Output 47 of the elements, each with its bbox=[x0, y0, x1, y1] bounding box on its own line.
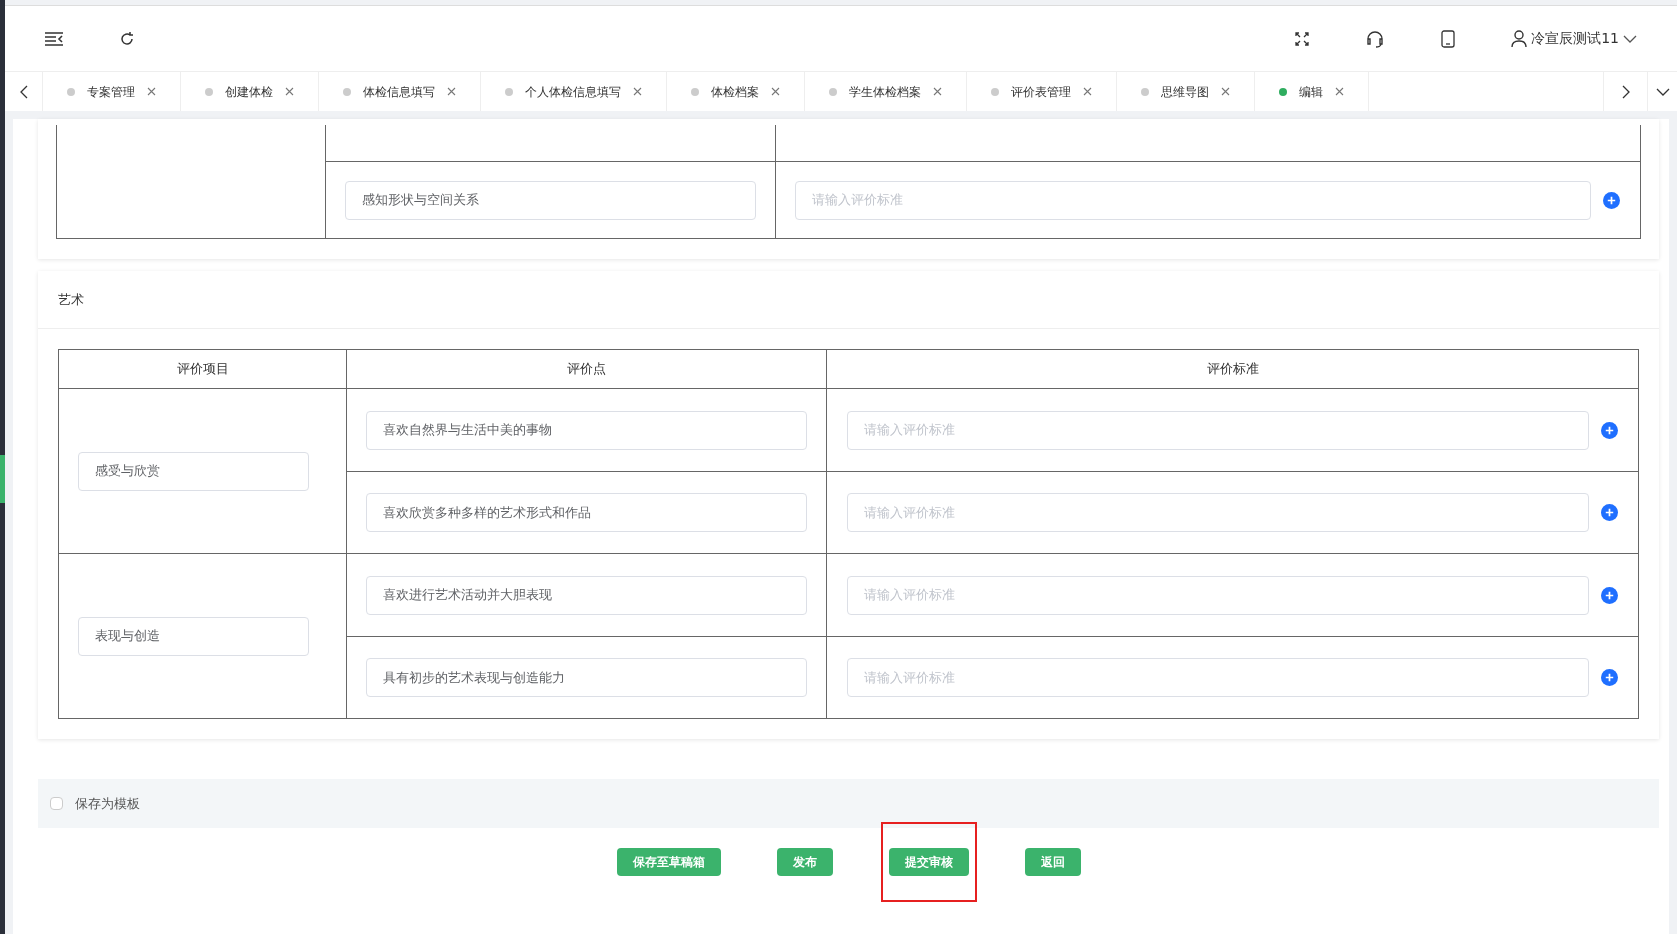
add-icon[interactable] bbox=[1603, 191, 1620, 209]
checkbox-label: 保存为模板 bbox=[75, 794, 140, 813]
checkbox[interactable] bbox=[50, 797, 63, 810]
text-field[interactable]: 表现与创造 bbox=[78, 616, 309, 656]
refresh-icon[interactable] bbox=[119, 30, 135, 47]
tab[interactable]: 体检档案 bbox=[667, 72, 805, 111]
chevron-down-icon bbox=[1655, 87, 1670, 96]
tab[interactable]: 学生体检档案 bbox=[805, 72, 967, 111]
text-field[interactable]: 喜欢欣赏多种多样的艺术形式和作品 bbox=[366, 493, 807, 532]
column-header: 评价标准 bbox=[1206, 360, 1259, 379]
user-menu[interactable]: 冷宣辰测试11 bbox=[1511, 28, 1637, 49]
tab[interactable]: 思维导图 bbox=[1117, 72, 1255, 111]
add-icon[interactable] bbox=[1601, 421, 1618, 439]
fullscreen-icon[interactable] bbox=[1295, 31, 1310, 46]
add-icon[interactable] bbox=[1601, 586, 1618, 604]
close-icon[interactable] bbox=[147, 87, 156, 96]
tab[interactable]: 个人体检信息填写 bbox=[481, 72, 667, 111]
chevron-left-icon bbox=[19, 84, 28, 99]
text-field[interactable]: 喜欢自然界与生活中美的事物 bbox=[366, 410, 807, 450]
text-field[interactable]: 喜欢进行艺术活动并大胆表现 bbox=[366, 575, 807, 615]
section-title: 艺术 bbox=[58, 290, 84, 309]
close-icon[interactable] bbox=[447, 87, 456, 96]
close-icon[interactable] bbox=[771, 87, 780, 96]
tab[interactable]: 评价表管理 bbox=[967, 72, 1117, 111]
chevron-down-icon bbox=[1623, 34, 1637, 43]
tablet-icon[interactable] bbox=[1441, 29, 1456, 48]
column-header: 评价点 bbox=[567, 360, 606, 379]
chevron-right-icon bbox=[1621, 84, 1630, 99]
close-icon[interactable] bbox=[285, 87, 294, 96]
headset-icon[interactable] bbox=[1365, 29, 1386, 48]
add-icon[interactable] bbox=[1601, 669, 1618, 686]
tab[interactable]: 编辑 bbox=[1255, 72, 1369, 111]
text-field[interactable]: 感受与欣赏 bbox=[78, 451, 309, 491]
tab[interactable]: 创建体检 bbox=[181, 72, 319, 111]
menu-icon[interactable] bbox=[45, 31, 63, 46]
close-icon[interactable] bbox=[1083, 87, 1092, 96]
text-field[interactable]: 感知形状与空间关系 bbox=[345, 180, 756, 220]
close-icon[interactable] bbox=[1335, 87, 1344, 96]
tab[interactable]: 体检信息填写 bbox=[319, 72, 481, 111]
close-icon[interactable] bbox=[633, 87, 642, 96]
user-icon bbox=[1511, 30, 1528, 47]
add-icon[interactable] bbox=[1601, 504, 1618, 521]
text-field[interactable]: 具有初步的艺术表现与创造能力 bbox=[366, 658, 807, 697]
close-icon[interactable] bbox=[1221, 87, 1230, 96]
tab[interactable]: 专案管理 bbox=[43, 72, 181, 111]
close-icon[interactable] bbox=[933, 87, 942, 96]
column-header: 评价项目 bbox=[176, 360, 229, 379]
